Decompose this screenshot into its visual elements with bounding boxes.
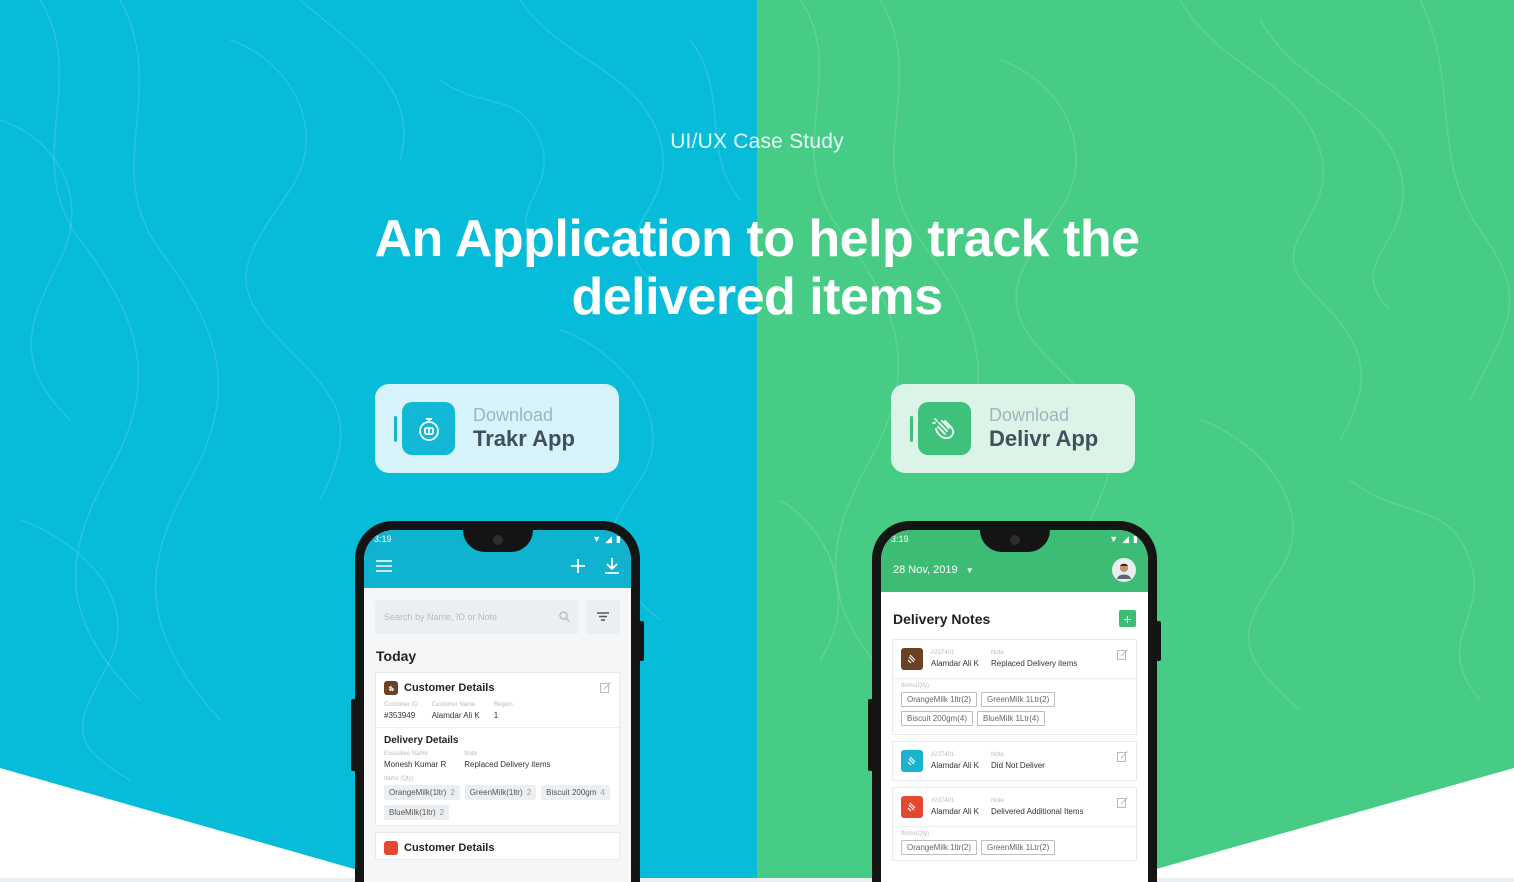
avatar[interactable] bbox=[1112, 558, 1136, 582]
note-text: Delivered Additional Items bbox=[991, 807, 1084, 816]
item-chip: GreenMilk(1ltr) 2 bbox=[464, 785, 537, 800]
items-label: Items(Qty) bbox=[901, 683, 929, 689]
download-label: Download bbox=[473, 404, 554, 425]
items-label: Items(Qty) bbox=[901, 831, 929, 837]
hand-wave-icon bbox=[901, 648, 923, 670]
edit-icon[interactable] bbox=[600, 680, 611, 698]
hand-wave-icon bbox=[901, 750, 923, 772]
status-time: 3:19 bbox=[374, 534, 392, 544]
filter-icon bbox=[597, 608, 609, 626]
caret-down-icon: ▼ bbox=[965, 566, 974, 575]
card-title: Customer Details bbox=[404, 842, 495, 854]
status-time: 3:19 bbox=[891, 534, 909, 544]
customer-name: Alamdar Ali K bbox=[931, 807, 980, 816]
section-title: Today bbox=[376, 648, 417, 664]
accent-bar bbox=[910, 415, 913, 442]
accent-bar bbox=[394, 415, 397, 442]
meta-label: Customer Name bbox=[431, 702, 476, 708]
customer-card[interactable]: Customer Details Customer ID #353949 Cust… bbox=[375, 672, 620, 826]
note-text: Did Not Deliver bbox=[991, 761, 1045, 770]
wifi-icon: ▼ bbox=[592, 534, 602, 544]
note-card[interactable]: #237401 Alamdar Ali K Note Replaced Delive… bbox=[892, 639, 1137, 735]
eyebrow-text: UI/UX Case Study bbox=[670, 130, 844, 153]
customer-name: Alamdar Ali K bbox=[931, 761, 980, 770]
headline-line-1: An Application to help track the bbox=[374, 210, 1140, 268]
note-text: Replaced Delivery items bbox=[991, 659, 1078, 668]
signal-icon: ◢ bbox=[605, 533, 613, 544]
download-label: Download bbox=[989, 404, 1070, 425]
hand-wave-icon bbox=[384, 841, 398, 855]
download-trakr-button[interactable]: Download Trakr App bbox=[375, 384, 619, 473]
meta-label: Customer ID bbox=[384, 702, 418, 708]
search-icon bbox=[559, 610, 570, 624]
meta-label: Region bbox=[493, 702, 513, 708]
note-card[interactable]: #237401 Alamdar Ali K Note Did Not Deliver bbox=[892, 741, 1137, 781]
hand-wave-icon bbox=[918, 402, 971, 455]
edit-icon[interactable] bbox=[1117, 795, 1128, 813]
meta-label: Executive Name bbox=[384, 751, 428, 757]
camera bbox=[1009, 535, 1020, 545]
meta-label: Note bbox=[991, 650, 1004, 656]
note-id: #237401 bbox=[931, 798, 955, 804]
delivr-screen: 3:19 ▼ ◢ ▮ 28 Nov, 2019 ▼ Delivery Notes… bbox=[881, 530, 1148, 882]
region: 1 bbox=[493, 711, 499, 720]
item-chip: BlueMilk 1Ltr(4) bbox=[977, 711, 1046, 726]
power-button bbox=[639, 621, 644, 661]
trakr-app-bar bbox=[364, 548, 631, 588]
search-placeholder: Search by Name, ID or Note bbox=[384, 612, 498, 622]
volume-button bbox=[868, 699, 873, 771]
delivr-phone-mockup: 3:19 ▼ ◢ ▮ 28 Nov, 2019 ▼ Delivery Notes… bbox=[868, 521, 1161, 882]
app-name: Delivr App bbox=[989, 425, 1099, 451]
executive-name: Monesh Kumar R bbox=[384, 760, 447, 769]
note-id: #237401 bbox=[931, 650, 955, 656]
meta-label: Note bbox=[464, 751, 477, 757]
menu-icon[interactable] bbox=[376, 559, 392, 577]
add-icon[interactable] bbox=[571, 558, 585, 578]
wifi-icon: ▼ bbox=[1109, 534, 1119, 544]
customer-name: Alamdar Ali K bbox=[931, 659, 980, 668]
item-chip: BlueMilk(1ltr) 2 bbox=[384, 805, 450, 820]
app-name: Trakr App bbox=[473, 425, 575, 451]
signal-icon: ◢ bbox=[1122, 533, 1130, 544]
trakr-screen: 3:19 ▼ ◢ ▮ Search by Name, ID or Note To… bbox=[364, 530, 631, 882]
customer-card[interactable]: Customer Details bbox=[375, 832, 620, 860]
hand-wave-icon bbox=[901, 796, 923, 818]
hand-wave-icon bbox=[384, 681, 398, 695]
item-chip: GreenMilk 1Ltr(2) bbox=[981, 692, 1056, 707]
delivery-details-title: Delivery Details bbox=[384, 735, 459, 746]
camera bbox=[492, 535, 503, 545]
battery-icon: ▮ bbox=[616, 533, 621, 544]
filter-button[interactable] bbox=[586, 600, 620, 634]
headline-line-2: delivered items bbox=[571, 268, 943, 326]
item-chip: GreenMilk 1Ltr(2) bbox=[981, 840, 1056, 855]
delivery-notes-title: Delivery Notes bbox=[893, 610, 991, 627]
customer-name: Alamdar Ali K bbox=[431, 711, 480, 720]
meta-label: Note bbox=[991, 752, 1004, 758]
power-button bbox=[1156, 621, 1161, 661]
item-chip: OrangeMilk(1ltr) 2 bbox=[384, 785, 460, 800]
add-note-button[interactable]: + bbox=[1119, 610, 1136, 627]
delivery-note: Replaced Delivery items bbox=[464, 760, 551, 769]
download-icon[interactable] bbox=[605, 557, 619, 579]
date-selector[interactable]: 28 Nov, 2019 ▼ bbox=[893, 564, 974, 576]
note-card[interactable]: #237401 Alamdar Ali K Note Delivered Addit… bbox=[892, 787, 1137, 861]
meta-label: Note bbox=[991, 798, 1004, 804]
stopwatch-icon bbox=[402, 402, 455, 455]
edit-icon[interactable] bbox=[1117, 749, 1128, 767]
battery-icon: ▮ bbox=[1133, 533, 1138, 544]
item-chip: OrangeMilk 1ltr(2) bbox=[901, 840, 978, 855]
delivr-app-bar: 28 Nov, 2019 ▼ bbox=[881, 548, 1148, 592]
search-input[interactable]: Search by Name, ID or Note bbox=[375, 600, 579, 634]
volume-button bbox=[351, 699, 356, 771]
card-title: Customer Details bbox=[404, 682, 495, 694]
note-id: #237401 bbox=[931, 752, 955, 758]
edit-icon[interactable] bbox=[1117, 647, 1128, 665]
item-chip: OrangeMilk 1ltr(2) bbox=[901, 692, 978, 707]
customer-id: #353949 bbox=[384, 711, 416, 720]
headline: An Application to help track the deliver… bbox=[0, 210, 1514, 326]
item-chip: Biscuit 200gm(4) bbox=[901, 711, 974, 726]
trakr-phone-mockup: 3:19 ▼ ◢ ▮ Search by Name, ID or Note To… bbox=[351, 521, 644, 882]
download-delivr-button[interactable]: Download Delivr App bbox=[891, 384, 1135, 473]
item-chip: Biscuit 200gm 4 bbox=[541, 785, 610, 800]
